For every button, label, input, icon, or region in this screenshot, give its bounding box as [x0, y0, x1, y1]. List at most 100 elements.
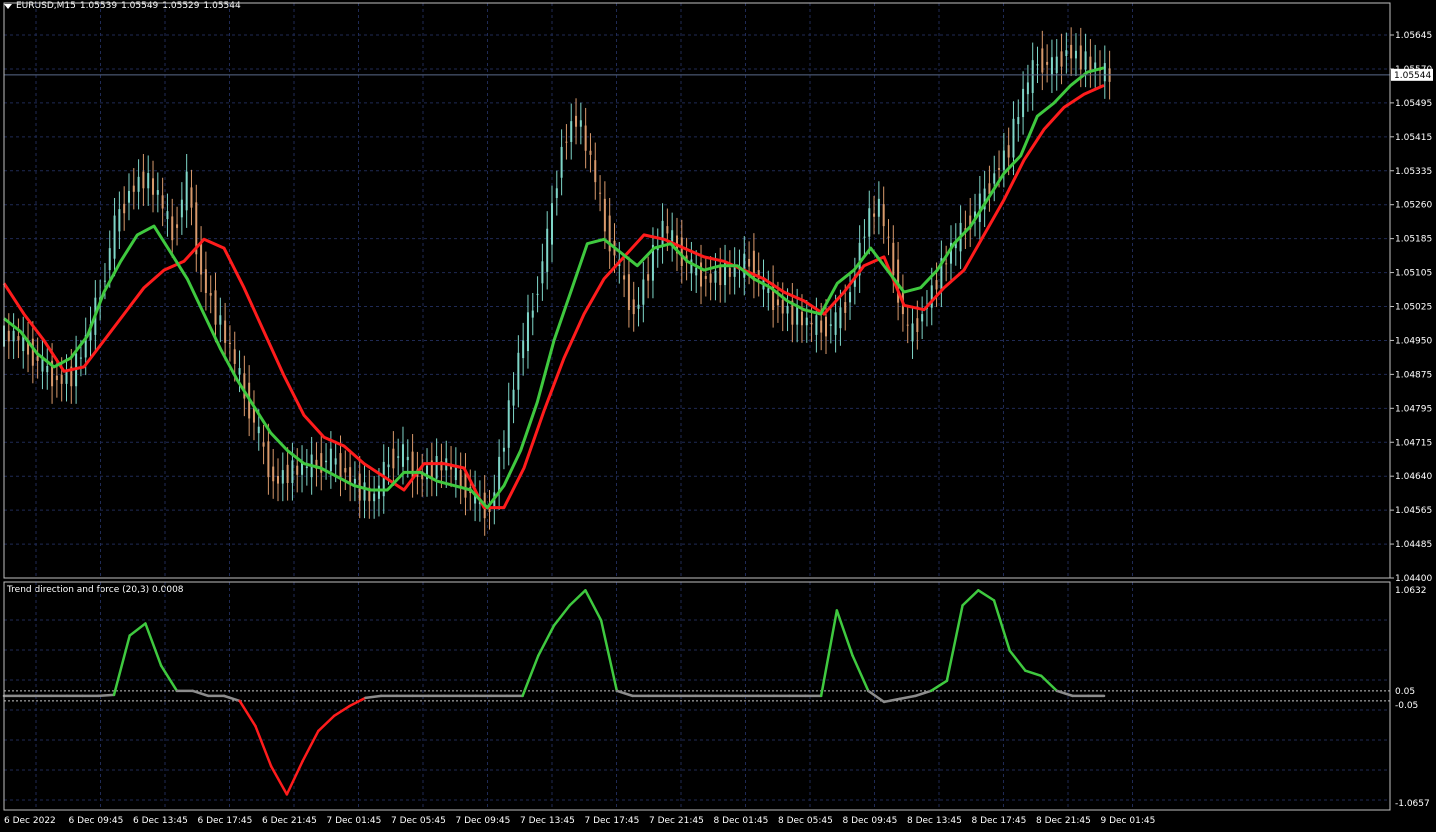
- candle-body: [363, 482, 366, 501]
- candle-body: [536, 293, 539, 295]
- candle-body: [103, 280, 106, 282]
- time-tick-label: 8 Dec 05:45: [778, 816, 833, 826]
- candle-body: [296, 465, 299, 475]
- time-tick-label: 7 Dec 21:45: [649, 816, 704, 826]
- time-tick-label: 9 Dec 01:45: [1101, 816, 1156, 826]
- candle-body: [546, 228, 549, 272]
- candle-body: [1002, 150, 1005, 170]
- candle-body: [911, 323, 914, 342]
- candle-body: [906, 324, 909, 326]
- candle-body: [1103, 63, 1106, 82]
- indicator-segment: [882, 697, 901, 704]
- candle-body: [839, 307, 842, 329]
- candle-body: [1070, 44, 1073, 59]
- indicator-segment: [317, 714, 336, 733]
- candle-body: [555, 188, 558, 198]
- candle-body: [1017, 117, 1020, 125]
- candle-body: [575, 115, 578, 127]
- candle-body: [46, 365, 49, 373]
- candle-body: [277, 475, 279, 484]
- candle-body: [17, 336, 20, 341]
- price-tick-label: 1.05495: [1395, 99, 1432, 109]
- candle-body: [325, 460, 328, 463]
- candle-body: [1079, 45, 1082, 70]
- price-tick-label: 1.05415: [1395, 133, 1432, 143]
- indicator-segment: [599, 619, 619, 693]
- price-tick-label: 1.04485: [1395, 540, 1432, 550]
- time-tick-label: 8 Dec 21:45: [1036, 816, 1091, 826]
- indicator-segment: [1008, 649, 1027, 672]
- candle-body: [507, 400, 510, 448]
- candle-body: [829, 324, 832, 326]
- candle-body: [353, 478, 356, 484]
- candle-body: [541, 261, 544, 284]
- indicator-segment: [835, 609, 854, 657]
- time-tick-label: 6 Dec 2022: [4, 816, 56, 826]
- candle-body: [882, 204, 885, 227]
- candle-body: [7, 330, 10, 342]
- candle-body: [776, 299, 779, 306]
- indicator-segment: [238, 699, 257, 728]
- candle-body: [805, 317, 808, 326]
- candle-body: [262, 442, 265, 447]
- indicator-segment: [929, 679, 949, 693]
- candle-body: [200, 243, 203, 275]
- candle-body: [531, 310, 534, 318]
- time-tick-label: 6 Dec 13:45: [133, 816, 188, 826]
- indicator-segment: [332, 704, 351, 718]
- candle-body: [666, 226, 669, 234]
- candle-body: [512, 389, 515, 406]
- candle-body: [401, 444, 404, 467]
- candle-body: [815, 315, 818, 335]
- price-chart[interactable]: 1.056451.055701.054951.054151.053351.052…: [0, 0, 1436, 832]
- candle-body: [517, 352, 520, 390]
- indicator-segment: [584, 589, 603, 622]
- candle-body: [209, 292, 212, 296]
- current-price-label: 1.05544: [1394, 71, 1431, 81]
- candle-body: [123, 203, 126, 214]
- candle-body: [272, 466, 275, 482]
- candle-body: [1046, 61, 1049, 65]
- candle-body: [156, 190, 159, 195]
- candle-body: [1012, 118, 1015, 158]
- candle-body: [118, 209, 121, 232]
- candle-body: [877, 198, 880, 217]
- candle-body: [286, 464, 289, 483]
- price-tick-label: 1.04950: [1395, 336, 1432, 346]
- axis-labels: 1.056451.055701.054951.054151.053351.052…: [4, 31, 1433, 826]
- candle-body: [1084, 51, 1087, 70]
- panel-frames: [3, 2, 1391, 811]
- price-tick-label: 1.05185: [1395, 235, 1432, 245]
- candle-body: [1089, 56, 1092, 71]
- indicator-segment: [615, 689, 634, 698]
- candle-body: [12, 330, 15, 342]
- price-tick-label: 1.04715: [1395, 438, 1432, 448]
- candle-body: [224, 320, 227, 343]
- candle-body: [305, 466, 308, 469]
- indicator-segment: [191, 689, 210, 698]
- indicator-segment: [285, 759, 304, 796]
- moving-averages: [2, 66, 1390, 510]
- candle-body: [623, 275, 626, 280]
- candle-body: [594, 160, 597, 183]
- indicator-segment: [568, 589, 587, 607]
- candle-body: [700, 262, 703, 287]
- indicator-segment: [867, 689, 886, 704]
- time-tick-label: 7 Dec 05:45: [391, 816, 446, 826]
- candle-body: [935, 280, 938, 290]
- candle-body: [632, 299, 635, 315]
- candle-body: [161, 195, 164, 209]
- candle-body: [108, 248, 111, 271]
- candle-body: [637, 304, 640, 309]
- price-tick-label: 1.04875: [1395, 370, 1432, 380]
- candle-body: [113, 215, 116, 259]
- candle-body: [257, 426, 260, 434]
- price-tick-label: 1.05260: [1395, 201, 1432, 211]
- candles: [3, 27, 1111, 536]
- candle-body: [373, 493, 376, 502]
- candle-body: [647, 274, 650, 281]
- candle-body: [31, 338, 34, 366]
- time-tick-label: 6 Dec 17:45: [198, 816, 253, 826]
- candle-body: [998, 168, 1001, 170]
- indicator-segment: [992, 599, 1011, 652]
